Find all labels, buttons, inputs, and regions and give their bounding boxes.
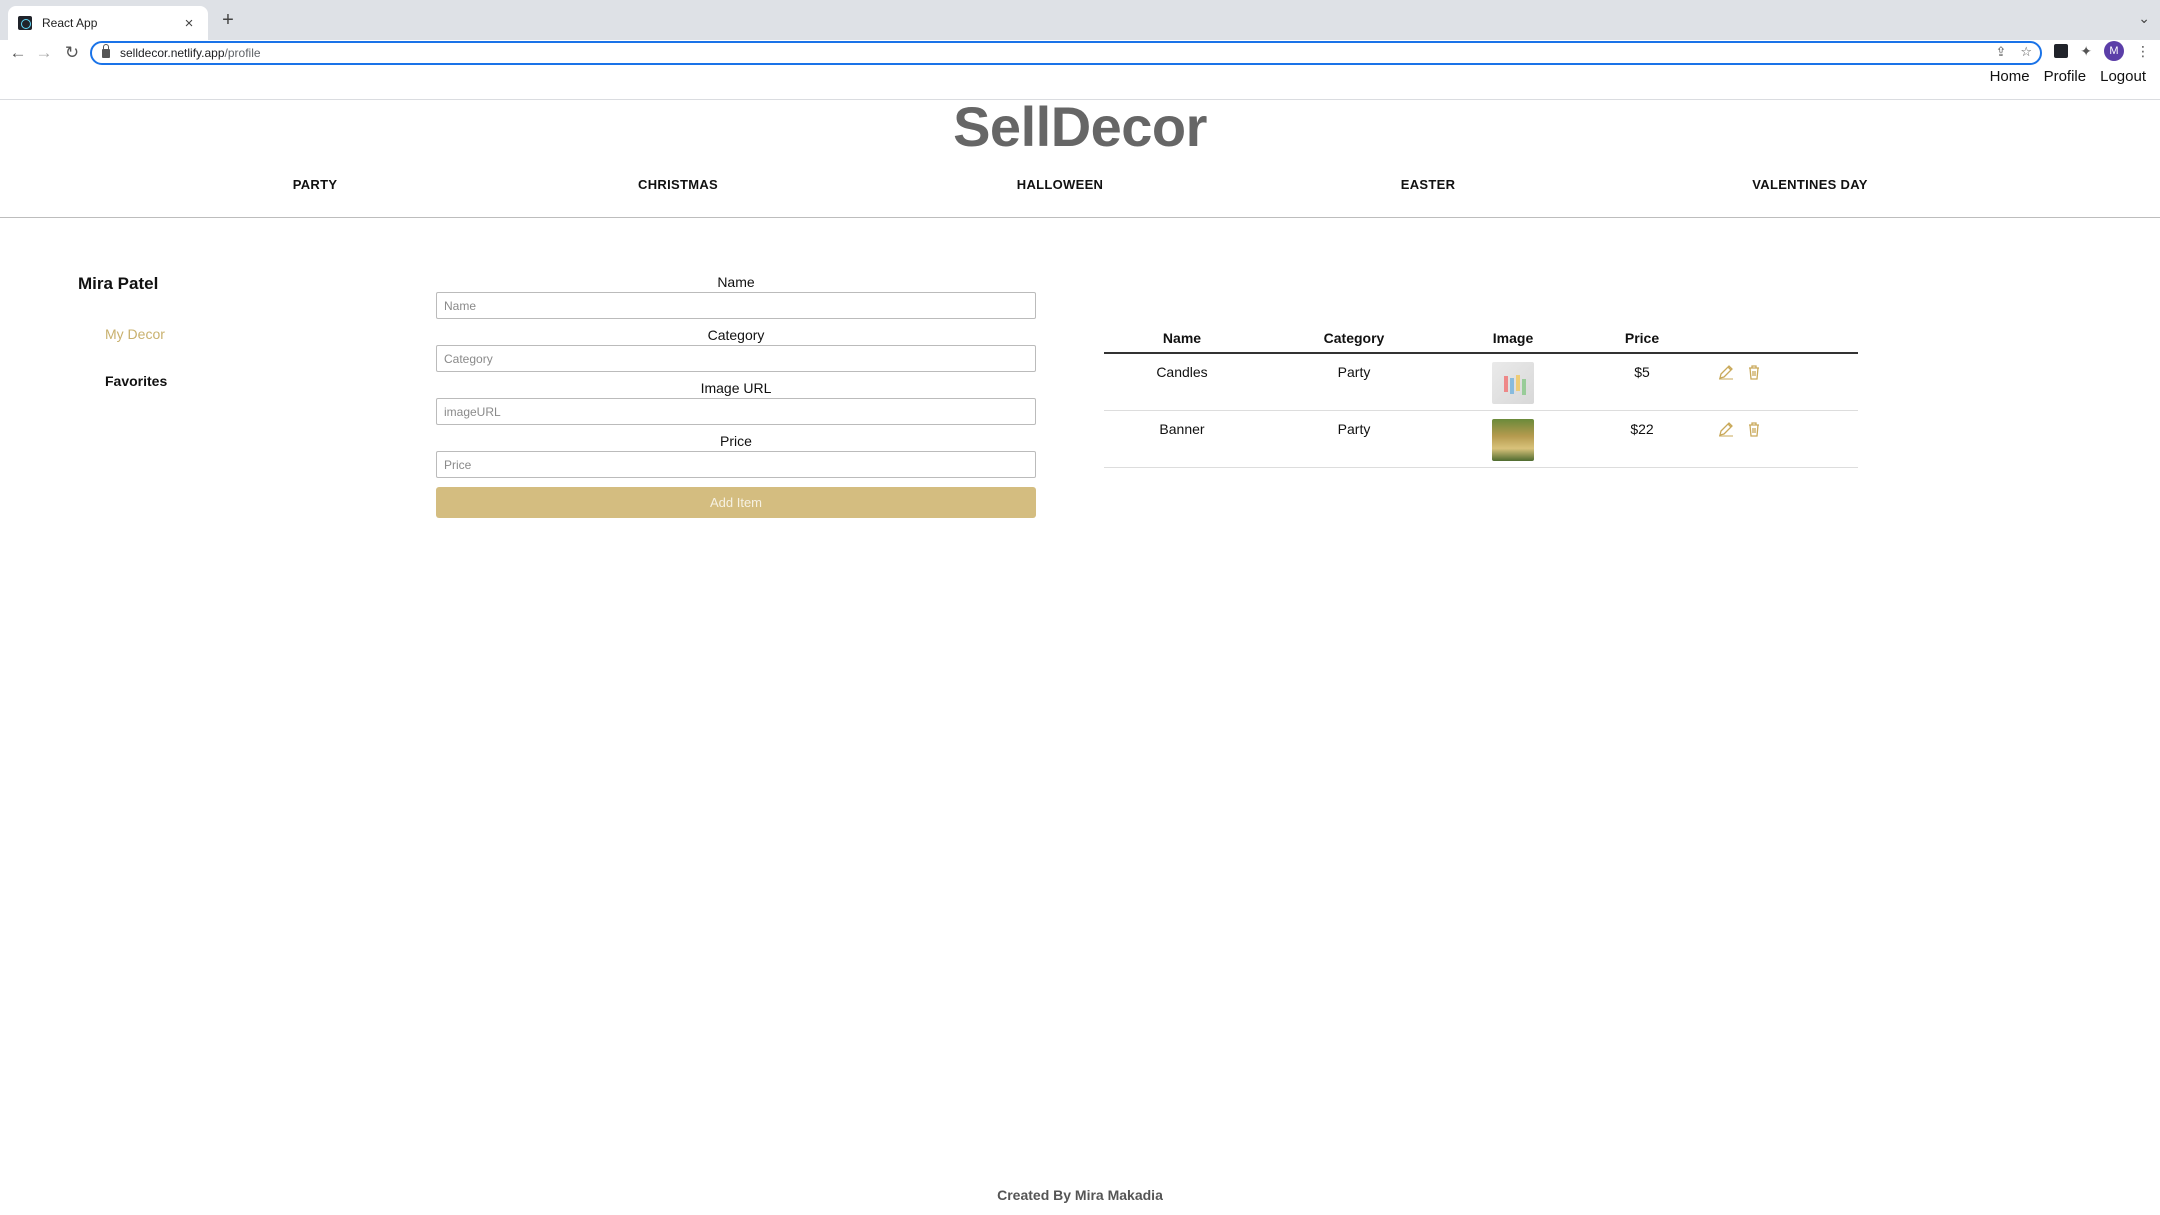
table-header-row: Name Category Image Price — [1104, 323, 1858, 354]
table-row: Candles Party $5 — [1104, 353, 1858, 411]
items-table: Name Category Image Price Candles Party … — [1104, 323, 1858, 468]
extensions-puzzle-icon[interactable]: ✦ — [2080, 43, 2092, 60]
sidebar-item-favorites[interactable]: Favorites — [105, 373, 167, 389]
edit-pencil-icon[interactable] — [1718, 364, 1734, 380]
category-halloween[interactable]: HALLOWEEN — [1017, 177, 1103, 192]
category-nav: PARTY CHRISTMAS HALLOWEEN EASTER VALENTI… — [0, 177, 2160, 201]
lock-icon — [102, 43, 110, 58]
column-header-name: Name — [1104, 323, 1260, 354]
category-label: Category — [707, 327, 765, 343]
browser-tab[interactable]: React App × — [8, 6, 208, 40]
column-header-image: Image — [1448, 323, 1578, 354]
cell-actions — [1706, 410, 1858, 468]
cell-category: Party — [1260, 410, 1448, 468]
category-valentines-day[interactable]: VALENTINES DAY — [1752, 177, 1867, 192]
browser-tab-bar: React App × + ⌄ — [0, 0, 2160, 40]
category-easter[interactable]: EASTER — [1401, 177, 1456, 192]
tab-title: React App — [42, 16, 98, 30]
footer-credit: Created By Mira Makadia — [997, 1187, 1163, 1203]
profile-avatar[interactable]: M — [2104, 41, 2124, 61]
react-favicon-icon — [18, 16, 32, 30]
delete-trash-icon[interactable] — [1746, 421, 1762, 437]
cell-image — [1448, 353, 1578, 411]
top-nav: Home Profile Logout — [1990, 68, 2146, 85]
url-path: /profile — [224, 46, 261, 60]
category-input[interactable] — [436, 345, 1036, 372]
sidebar-user-name: Mira Patel — [78, 274, 159, 293]
cell-name: Candles — [1104, 353, 1260, 411]
nav-home-link[interactable]: Home — [1990, 68, 2030, 85]
category-christmas[interactable]: CHRISTMAS — [638, 177, 718, 192]
tab-close-icon[interactable]: × — [180, 15, 198, 32]
image-url-input[interactable] — [436, 398, 1036, 425]
column-header-category: Category — [1260, 323, 1448, 354]
nav-profile-link[interactable]: Profile — [2044, 68, 2087, 85]
candles-image — [1492, 362, 1534, 404]
tab-search-chevron-icon[interactable]: ⌄ — [2138, 10, 2150, 27]
price-input[interactable] — [436, 451, 1036, 478]
url-host: selldecor.netlify.app — [120, 46, 225, 60]
cell-price: $5 — [1578, 353, 1706, 411]
price-label: Price — [720, 433, 752, 449]
edit-pencil-icon[interactable] — [1718, 421, 1734, 437]
banner-image — [1492, 418, 1534, 461]
browser-menu-icon[interactable]: ⋮ — [2136, 43, 2150, 60]
cell-price: $22 — [1578, 410, 1706, 468]
table-row: Banner Party $22 — [1104, 410, 1858, 468]
cell-actions — [1706, 353, 1858, 411]
name-input[interactable] — [436, 292, 1036, 319]
page-content: Home Profile Logout SellDecor PARTY CHRI… — [0, 62, 2160, 1215]
category-party[interactable]: PARTY — [293, 177, 338, 192]
add-item-button[interactable]: Add Item — [436, 487, 1036, 518]
image-url-label: Image URL — [700, 380, 772, 396]
new-tab-button[interactable]: + — [218, 8, 238, 32]
delete-trash-icon[interactable] — [1746, 364, 1762, 380]
bookmark-star-icon[interactable]: ☆ — [2020, 44, 2032, 60]
column-header-price: Price — [1578, 323, 1706, 354]
column-header-actions — [1706, 323, 1858, 354]
site-logo-title[interactable]: SellDecor — [0, 94, 2160, 159]
react-devtools-extension-icon[interactable] — [2054, 44, 2069, 58]
header-divider — [0, 217, 2160, 218]
cell-name: Banner — [1104, 410, 1260, 468]
nav-logout-link[interactable]: Logout — [2100, 68, 2146, 85]
cell-image — [1448, 410, 1578, 468]
share-icon[interactable]: ⇪ — [1995, 44, 2006, 60]
add-item-form: Name Category Image URL Price Add Item — [436, 272, 1036, 518]
name-label: Name — [717, 274, 755, 290]
sidebar-item-my-decor[interactable]: My Decor — [105, 326, 165, 342]
cell-category: Party — [1260, 353, 1448, 411]
